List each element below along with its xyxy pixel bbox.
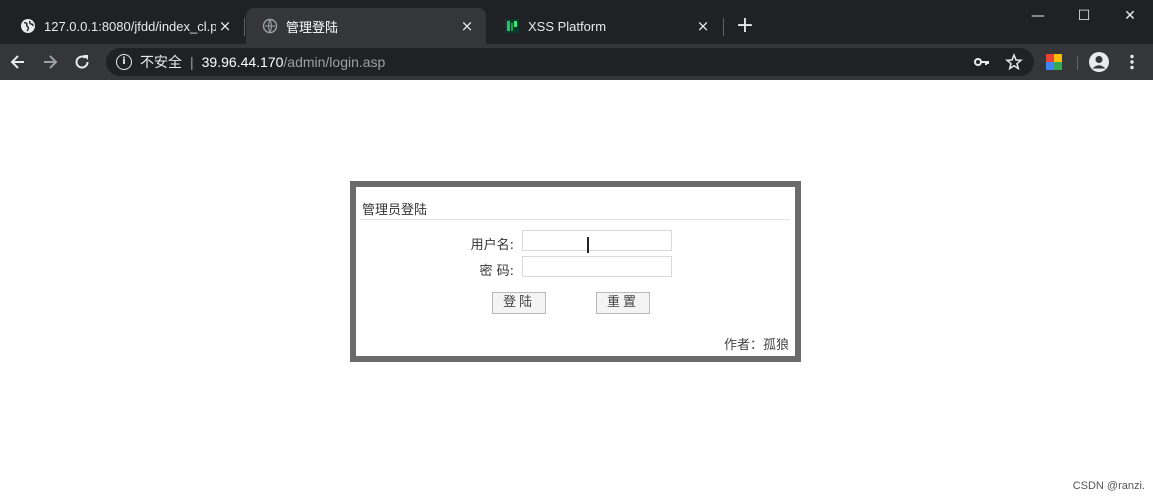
- login-divider: [360, 219, 790, 220]
- reload-button[interactable]: [70, 50, 94, 74]
- tab-title: XSS Platform: [528, 18, 607, 34]
- profile-avatar-icon[interactable]: [1087, 50, 1111, 74]
- toolbar-divider: [1077, 56, 1078, 70]
- back-button[interactable]: [6, 50, 30, 74]
- tab-separator: [723, 18, 724, 36]
- url-host: 39.96.44.170: [201, 54, 284, 70]
- browser-toolbar: i 不安全 | 39.96.44.170 /admin/login.asp: [0, 44, 1153, 80]
- arrow-right-icon: [44, 55, 58, 69]
- star-icon[interactable]: [1004, 52, 1024, 72]
- security-label: 不安全: [140, 54, 182, 70]
- maximize-button[interactable]: ☐: [1064, 4, 1104, 28]
- tab-separator: [244, 18, 245, 36]
- xss-favicon-icon: [504, 18, 520, 34]
- author-credit: 作者：孤狼: [723, 338, 789, 353]
- watermark: CSDN @ranzi.: [1072, 480, 1145, 492]
- close-window-button[interactable]: ✕: [1110, 4, 1150, 28]
- new-tab-button[interactable]: +: [733, 14, 757, 38]
- globe-icon: [262, 18, 278, 34]
- info-icon[interactable]: i: [116, 54, 132, 70]
- tab-strip: 127.0.0.1:8080/jfdd/index_cl.p × 管理登陆 × …: [0, 0, 1153, 44]
- tab-admin-login[interactable]: 管理登陆 ×: [246, 8, 486, 44]
- address-bar[interactable]: i 不安全 | 39.96.44.170 /admin/login.asp: [106, 48, 1034, 76]
- login-panel: 管理员登陆 用户名: 密 码: 登陆 重置 作者：孤狼: [350, 181, 801, 362]
- tab-title: 127.0.0.1:8080/jfdd/index_cl.p: [44, 18, 216, 34]
- password-input[interactable]: [522, 256, 672, 277]
- close-icon[interactable]: ×: [694, 17, 712, 35]
- minimize-button[interactable]: —: [1018, 4, 1058, 28]
- page-content: 管理员登陆 用户名: 密 码: 登陆 重置 作者：孤狼 CSDN @ranzi.: [0, 80, 1153, 504]
- tab-xss-platform[interactable]: XSS Platform ×: [488, 8, 722, 44]
- reset-button[interactable]: 重置: [596, 292, 650, 314]
- close-icon[interactable]: ×: [458, 17, 476, 35]
- username-input[interactable]: [522, 230, 672, 251]
- browser-window: 127.0.0.1:8080/jfdd/index_cl.p × 管理登陆 × …: [0, 0, 1153, 504]
- password-label: 密 码:: [479, 264, 514, 279]
- forward-button[interactable]: [38, 50, 62, 74]
- reload-icon: [75, 55, 89, 69]
- username-label: 用户名:: [470, 238, 514, 253]
- url-path: /admin/login.asp: [283, 54, 386, 70]
- globe-icon: [20, 18, 36, 34]
- omnibox-separator: |: [190, 54, 194, 70]
- text-cursor: [587, 237, 589, 253]
- tab-title: 管理登陆: [286, 19, 339, 35]
- tab-jfdd[interactable]: 127.0.0.1:8080/jfdd/index_cl.p ×: [4, 8, 244, 44]
- login-button[interactable]: 登陆: [492, 292, 546, 314]
- login-title: 管理员登陆: [362, 203, 428, 218]
- key-icon[interactable]: [972, 52, 992, 72]
- close-icon[interactable]: ×: [216, 17, 234, 35]
- extension-icon[interactable]: [1042, 50, 1066, 74]
- menu-kebab-icon[interactable]: [1120, 50, 1144, 74]
- arrow-left-icon: [10, 55, 24, 69]
